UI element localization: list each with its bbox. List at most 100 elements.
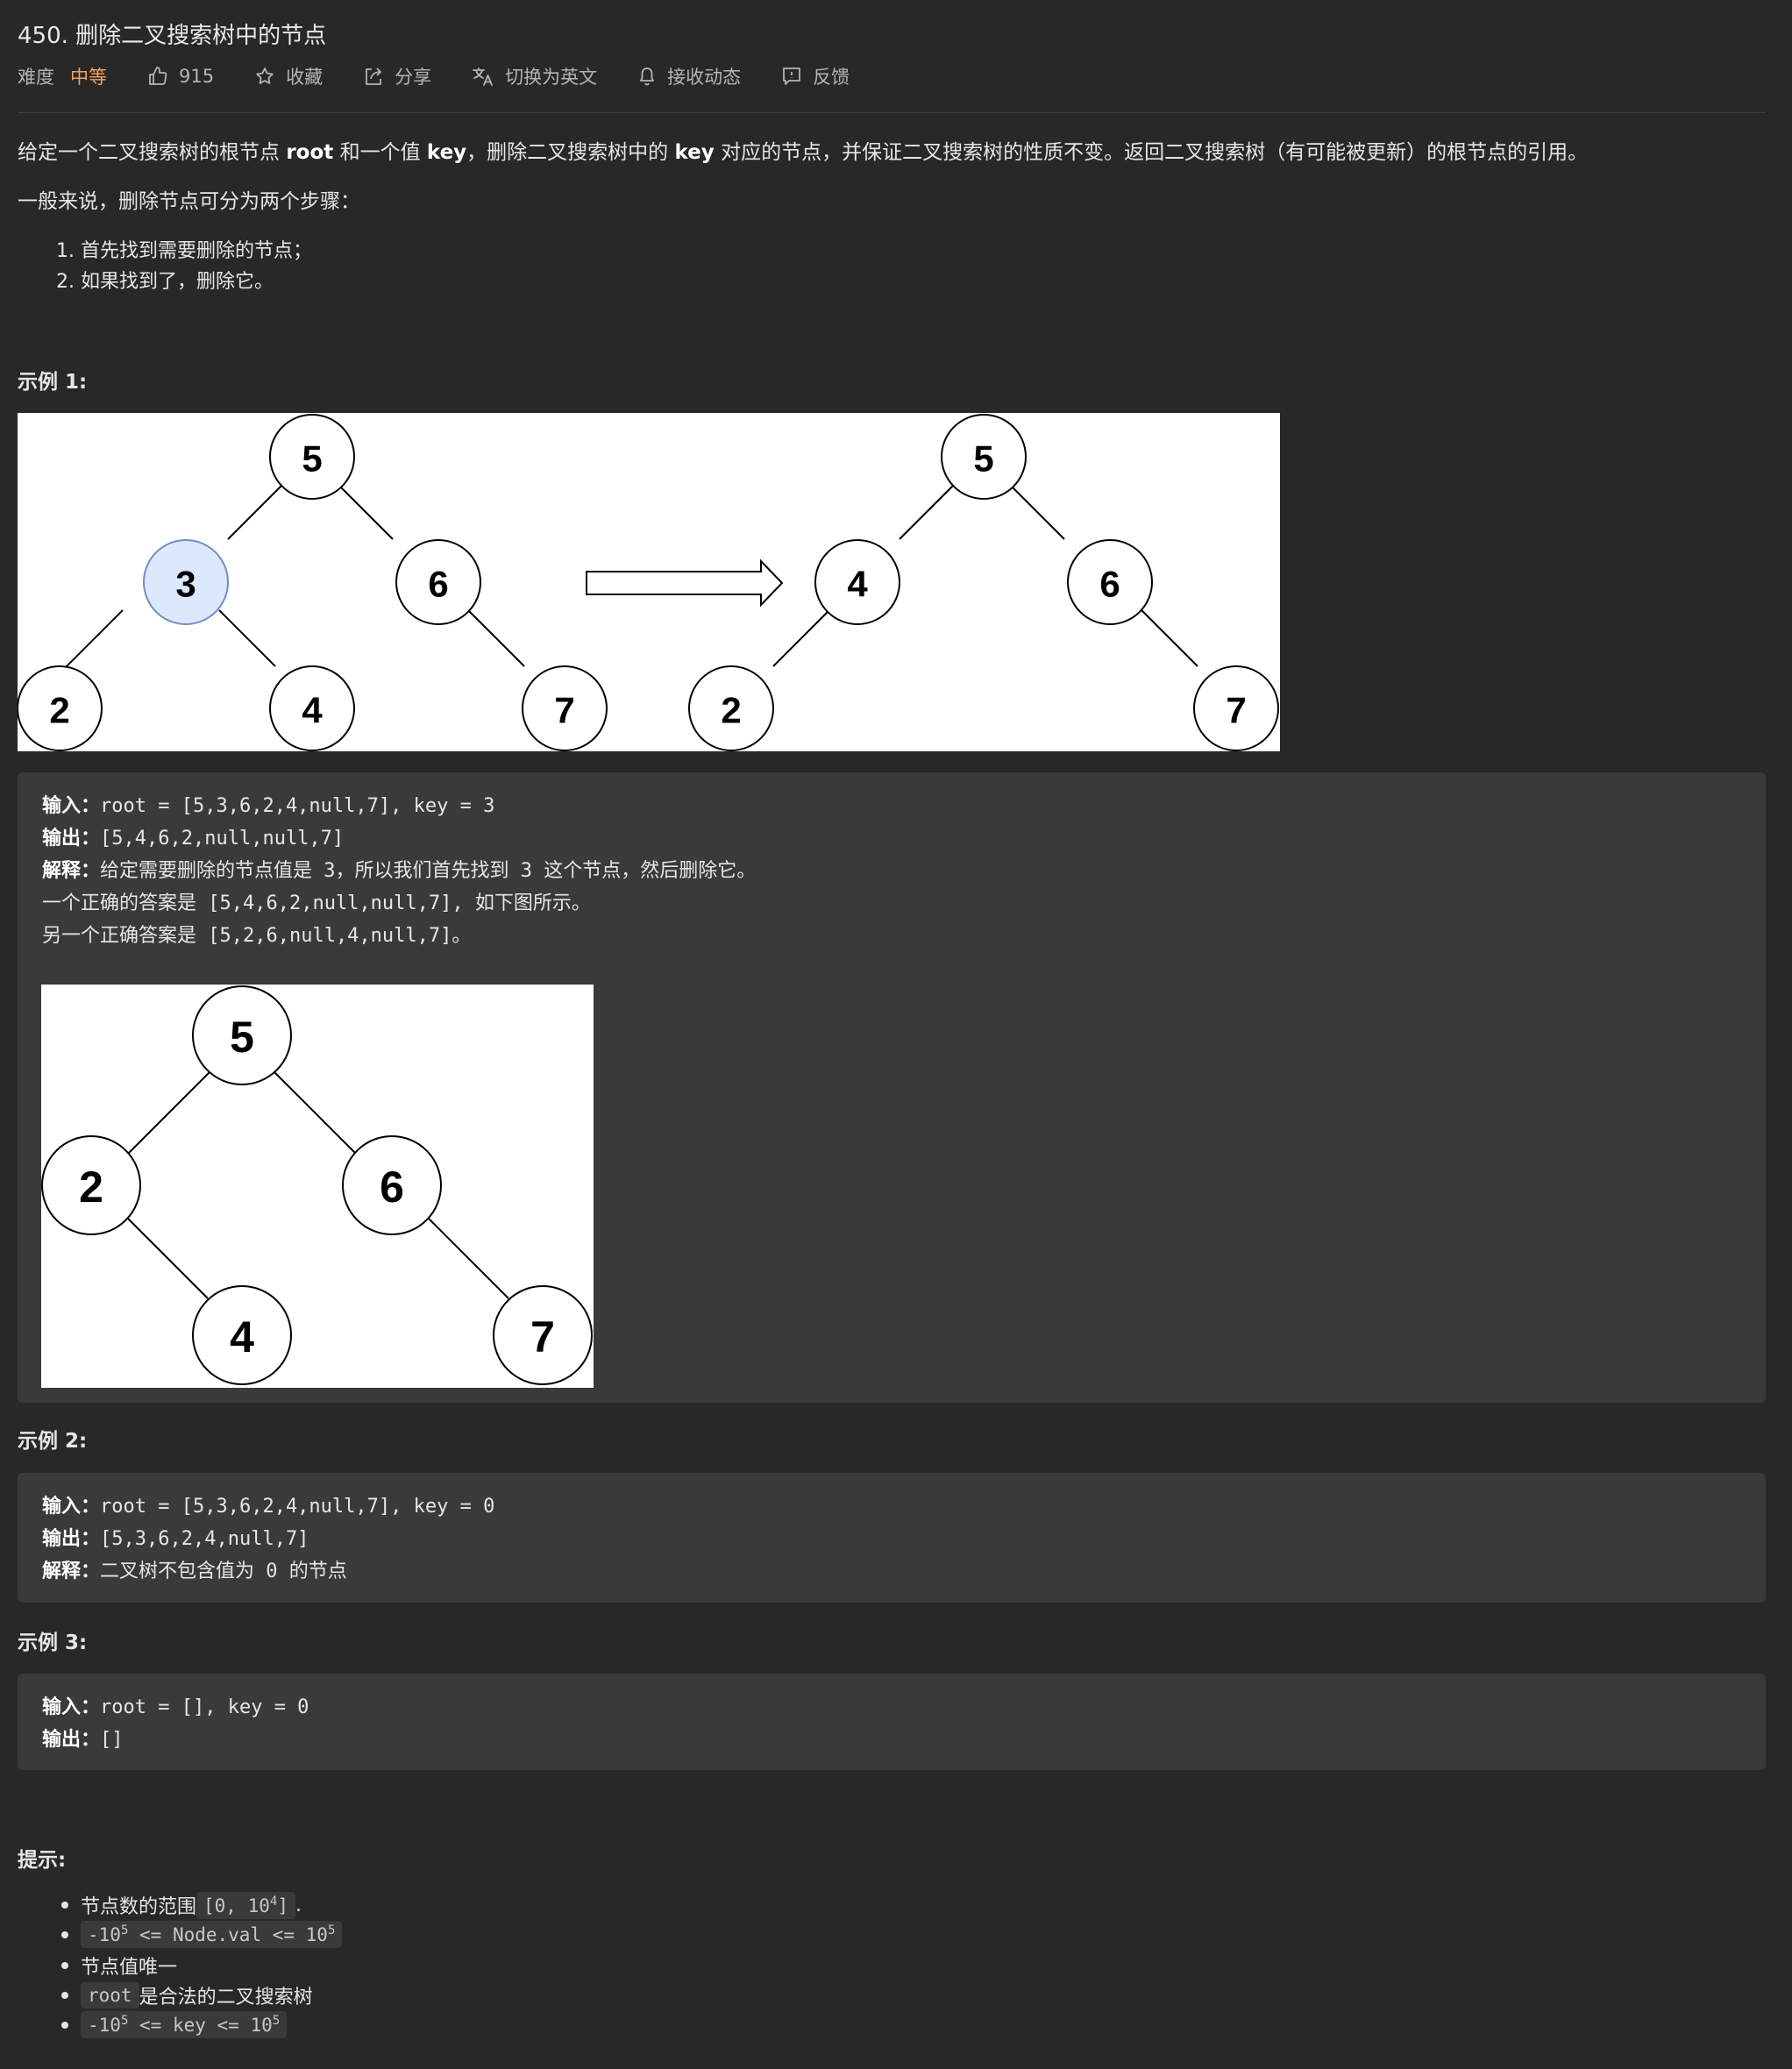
tree-edge <box>336 482 394 540</box>
example-3-input: 输入：root = [], key = 0 <box>42 1691 309 1719</box>
desc-text: ，删除二叉搜索树中的 <box>466 141 675 164</box>
input-label: 输入： <box>42 795 101 817</box>
hints-heading: 提示: <box>18 1849 67 1872</box>
tree-node-label: 2 <box>721 690 741 731</box>
example-1-heading: 示例 1: <box>18 371 88 394</box>
translate-icon <box>473 68 493 86</box>
example-2-explain: 解释：二叉树不包含值为 0 的节点 <box>42 1555 347 1583</box>
tree-edge <box>425 1215 509 1299</box>
header-divider <box>18 112 1766 113</box>
thumbs-up-icon <box>149 67 167 85</box>
hint-text: 节点值唯一 <box>81 1957 178 1979</box>
subscribe-button[interactable]: 接收动态 <box>637 63 741 89</box>
hint-text: 是合法的二叉搜索树 <box>139 1987 313 2009</box>
like-count: 915 <box>179 66 215 87</box>
example-2-input: 输入：root = [5,3,6,2,4,null,7], key = 0 <box>42 1490 494 1518</box>
tree-edge <box>899 482 956 540</box>
tree-node-label: 5 <box>302 438 322 480</box>
example-3-code-block: 输入：root = [], key = 0 输出：[] <box>18 1674 1766 1770</box>
example-1-input: 输入：root = [5,3,6,2,4,null,7], key = 3 <box>42 790 494 818</box>
example-2-output: 输出：[5,3,6,2,4,null,7] <box>42 1523 309 1551</box>
tree-edge <box>274 1071 358 1155</box>
description-paragraph-1: 给定一个二叉搜索树的根节点 root 和一个值 key，删除二叉搜索树中的 ke… <box>18 135 1588 165</box>
example-2-code-block: 输入：root = [5,3,6,2,4,null,7], key = 0 输出… <box>18 1473 1766 1603</box>
example-1-explain: 解释：给定需要删除的节点值是 3，所以我们首先找到 3 这个节点，然后删除它。 <box>42 855 756 883</box>
tree-node-label: 4 <box>302 690 323 731</box>
like-button[interactable]: 915 <box>147 66 214 87</box>
example-1-tree-diagram: 5 3 6 2 4 7 5 4 6 2 7 <box>17 414 1279 751</box>
desc-key-term: key <box>674 141 715 164</box>
tree-edge <box>1007 482 1065 540</box>
explain-label: 解释： <box>42 860 101 882</box>
hint-text: 节点数的范围 <box>81 1896 197 1918</box>
input-value: root = [], key = 0 <box>100 1696 309 1718</box>
problem-meta-bar: 难度 中等 915 收藏 分享 切换为英文 接收动态 反馈 <box>18 61 890 91</box>
example-1-alt-answer-line: 另一个正确答案是 [5,2,6,null,4,null,7]。 <box>42 925 472 947</box>
code-sup: 5 <box>327 1923 336 1937</box>
hint-item-5: -105 <= key <= 105 <box>60 2011 288 2038</box>
tree-node-label: 3 <box>175 564 196 605</box>
collect-label: 收藏 <box>286 67 324 88</box>
explain-value: 二叉树不包含值为 0 的节点 <box>100 1561 347 1582</box>
desc-key-term: key <box>426 141 467 164</box>
hint-text: . <box>295 1894 302 1916</box>
bell-icon <box>640 68 654 86</box>
tree-node-label: 6 <box>428 564 448 605</box>
hint-item-2: -105 <= Node.val <= 105 <box>60 1921 343 1948</box>
input-label: 输入： <box>42 1496 101 1518</box>
problem-title: 450. 删除二叉搜索树中的节点 <box>18 23 327 49</box>
subscribe-label: 接收动态 <box>667 67 742 88</box>
tree-node-label: 4 <box>847 564 868 605</box>
share-icon <box>366 68 381 85</box>
collect-button[interactable]: 收藏 <box>254 63 323 89</box>
explain-label: 解释： <box>42 1561 101 1582</box>
desc-text: 给定一个二叉搜索树的根节点 <box>18 141 287 164</box>
desc-text: 对应的节点，并保证二叉搜索树的性质不变。返回二叉搜索树（有可能被更新）的根节点的… <box>714 141 1589 164</box>
tree-edge <box>124 1215 209 1299</box>
output-value: [] <box>100 1729 124 1751</box>
tree-node-label: 7 <box>554 690 574 731</box>
hint-item-3: 节点值唯一 <box>60 1952 178 1980</box>
example-2-heading: 示例 2: <box>18 1430 88 1453</box>
switch-language-button[interactable]: 切换为英文 <box>472 63 597 89</box>
hint-code: -105 <= Node.val <= 105 <box>81 1921 343 1948</box>
tree-node-label: 7 <box>530 1312 555 1362</box>
example-3-heading: 示例 3: <box>18 1632 88 1654</box>
tree-node-label: 4 <box>230 1312 254 1362</box>
tree-node-label: 2 <box>49 690 69 731</box>
output-label: 输出： <box>42 828 101 850</box>
example-1-figure: 5 3 6 2 4 7 5 4 6 2 7 <box>17 413 1280 751</box>
switch-language-label: 切换为英文 <box>505 67 598 88</box>
output-label: 输出： <box>42 1729 101 1751</box>
arrow-right-icon <box>586 558 784 608</box>
code-text: <= key <= 10 <box>128 2015 273 2036</box>
code-text: ] <box>277 1895 288 1916</box>
example-1-code-block: 输入：root = [5,3,6,2,4,null,7], key = 3 输出… <box>18 772 1766 1403</box>
example-1-output: 输出：[5,4,6,2,null,null,7] <box>42 822 344 850</box>
tree-node-label: 6 <box>1099 564 1120 605</box>
feedback-label: 反馈 <box>813 67 850 88</box>
feedback-button[interactable]: 反馈 <box>781 63 850 89</box>
hint-item-4: root 是合法的二叉搜索树 <box>61 1981 313 2009</box>
hint-code: -105 <= key <= 105 <box>81 2011 288 2038</box>
tree-edge <box>1141 609 1198 667</box>
code-text: -10 <box>88 2015 121 2036</box>
output-label: 输出： <box>42 1528 101 1550</box>
share-button[interactable]: 分享 <box>363 63 431 89</box>
step-item-2: 2. 如果找到了，删除它。 <box>56 271 274 293</box>
example-1-alt-figure: 5 2 6 4 7 <box>41 985 594 1388</box>
desc-root-term: root <box>286 141 334 164</box>
description-paragraph-2: 一般来说，删除节点可分为两个步骤： <box>18 190 360 213</box>
hint-item-1: 节点数的范围 [0, 104] . <box>61 1891 302 1919</box>
tree-edge <box>772 609 830 667</box>
output-value: [5,3,6,2,4,null,7] <box>100 1528 309 1550</box>
share-label: 分享 <box>395 67 432 88</box>
example-1-answer-line: 一个正确的答案是 [5,4,6,2,null,null,7], 如下图所示。 <box>42 892 591 914</box>
tree-edge <box>126 1071 210 1155</box>
code-text: <= Node.val <= 10 <box>128 1924 328 1945</box>
tree-node-label: 6 <box>380 1162 404 1212</box>
feedback-icon <box>783 68 800 85</box>
hint-code: root <box>81 1982 139 2009</box>
input-value: root = [5,3,6,2,4,null,7], key = 3 <box>100 795 495 817</box>
hint-code: [0, 104] <box>196 1891 295 1919</box>
